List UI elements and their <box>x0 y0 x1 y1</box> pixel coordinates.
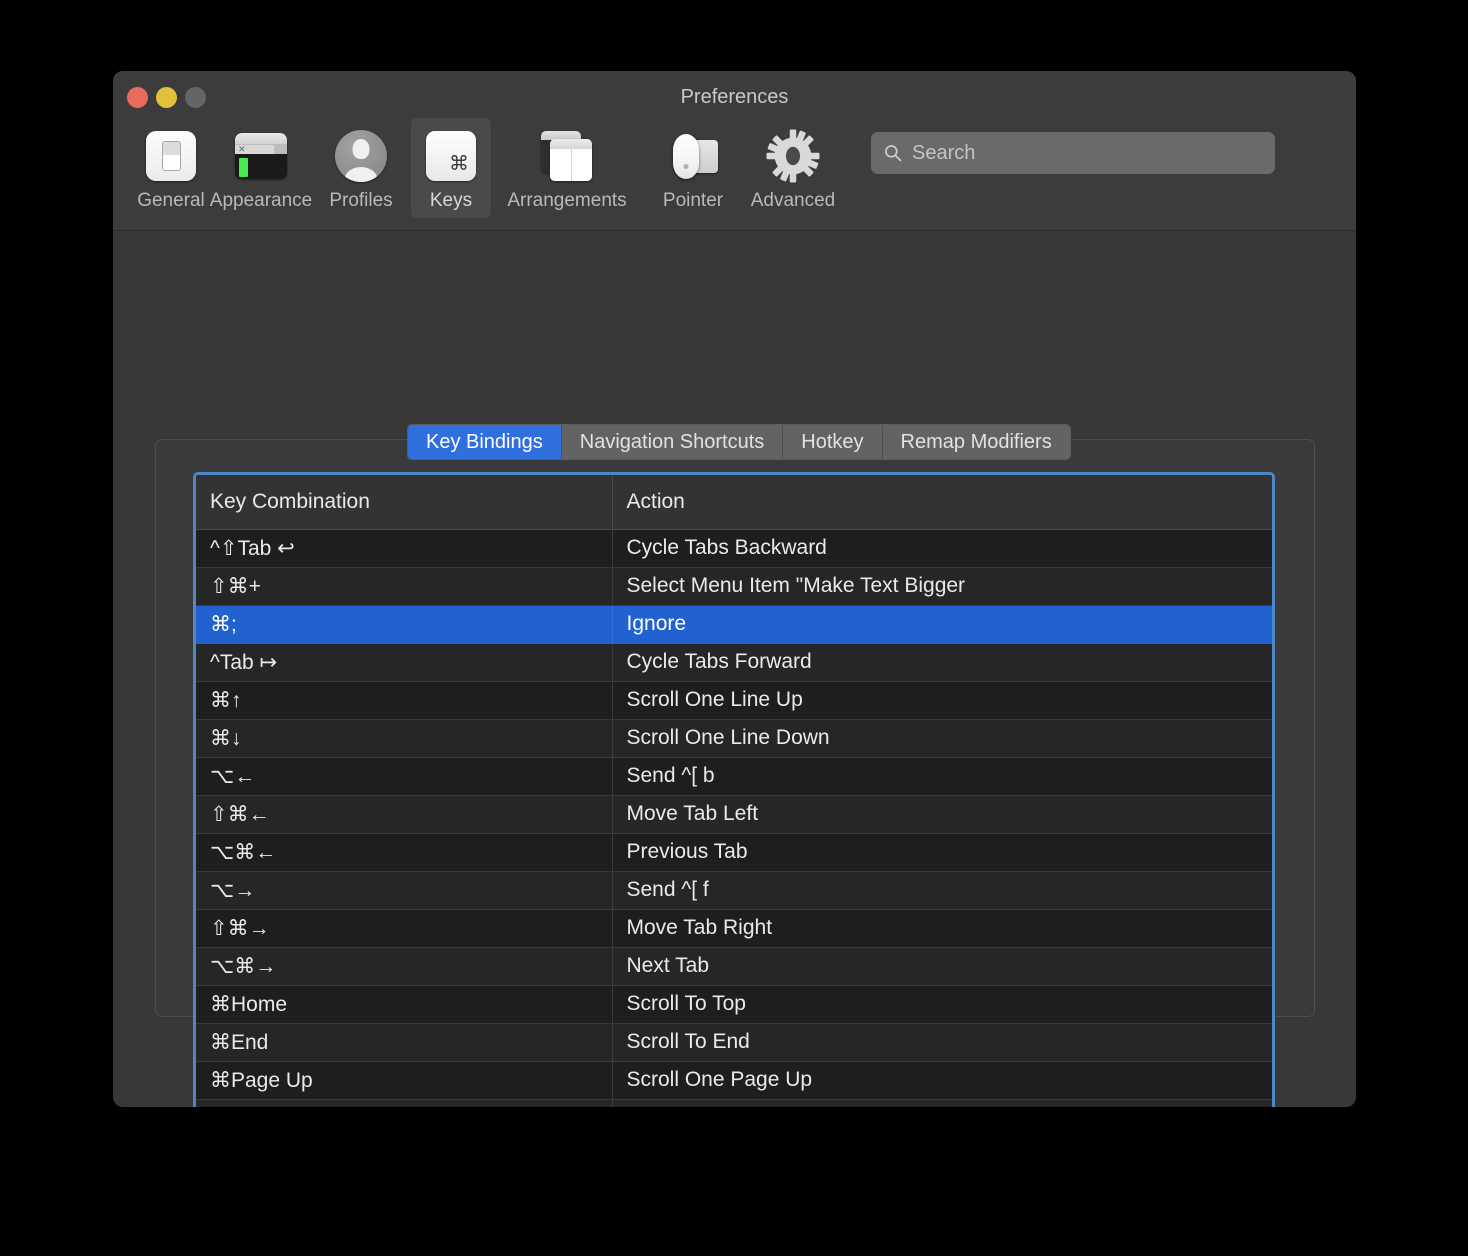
table-row[interactable]: ⌥⌘→ Next Tab <box>196 947 1272 986</box>
cell-action: Send ^[ b <box>612 757 1272 796</box>
cell-action: Scroll One Page Up <box>612 1099 1272 1107</box>
preferences-window: Preferences General ✕ Appearance Profile… <box>113 71 1356 1107</box>
toolbar-item-advanced[interactable]: Advanced <box>743 118 843 212</box>
light-switch-icon <box>140 125 202 187</box>
table-row[interactable]: ⌘↑ Scroll One Line Up <box>196 681 1272 720</box>
cell-key-combination: ^⇧Tab ↩ <box>196 529 613 568</box>
preferences-content: Key Bindings Navigation Shortcuts Hotkey… <box>113 231 1356 1107</box>
key-bindings-table: Key Combination Action ^⇧Tab ↩ Cycle Tabs… <box>196 475 1272 1107</box>
column-header-action[interactable]: Action <box>612 475 1272 530</box>
cell-key-combination: ⌥→ <box>196 871 613 910</box>
table-row[interactable]: ⌘↓ Scroll One Line Down <box>196 719 1272 758</box>
keycap-command-icon: ⌘ <box>420 125 482 187</box>
table-row[interactable]: ^⇧Tab ↩ Cycle Tabs Backward <box>196 529 1272 568</box>
toolbar-item-keys[interactable]: ⌘ Keys <box>411 118 491 218</box>
tab-key-bindings[interactable]: Key Bindings <box>408 425 562 459</box>
cell-action: Cycle Tabs Backward <box>612 529 1272 568</box>
key-bindings-table-container[interactable]: Key Combination Action ^⇧Tab ↩ Cycle Tabs… <box>193 472 1275 1107</box>
cell-key-combination: ⌘↓ <box>196 719 613 758</box>
cell-key-combination: ⌘Page Up <box>196 1061 613 1100</box>
cell-key-combination: ⌥⌘← <box>196 833 613 872</box>
cell-action: Next Tab <box>612 947 1272 986</box>
cell-key-combination: ⇧⌘← <box>196 795 613 834</box>
tab-navigation-shortcuts[interactable]: Navigation Shortcuts <box>561 425 784 459</box>
cell-key-combination: ⌘End <box>196 1023 613 1062</box>
stacked-windows-icon <box>536 125 598 187</box>
table-row[interactable]: ⇧⌘+ Select Menu Item "Make Text Bigger <box>196 567 1272 606</box>
gear-icon <box>762 125 824 187</box>
toolbar-item-arrangements[interactable]: Arrangements <box>491 118 643 212</box>
cell-action: Send ^[ f <box>612 871 1272 910</box>
window-title: Preferences <box>680 86 789 108</box>
tab-remap-modifiers[interactable]: Remap Modifiers <box>882 425 1070 459</box>
table-row[interactable]: ⇧⌘→ Move Tab Right <box>196 909 1272 948</box>
table-body: ^⇧Tab ↩ Cycle Tabs Backward ⇧⌘+ Select Menu… <box>196 529 1272 1107</box>
table-row[interactable]: ⌘Page Up Scroll One Page Up <box>196 1061 1272 1100</box>
toolbar-item-general[interactable]: General <box>131 118 211 212</box>
cell-key-combination: ⌘; <box>196 605 613 644</box>
avatar-icon <box>330 125 392 187</box>
toolbar-item-profiles-label: Profiles <box>329 190 393 211</box>
cell-key-combination: ⌥← <box>196 757 613 796</box>
table-header: Key Combination Action <box>196 475 1272 530</box>
cell-action: Ignore <box>612 605 1272 644</box>
cell-action: Select Menu Item "Make Text Bigger <box>612 567 1272 606</box>
column-header-key-combination[interactable]: Key Combination <box>196 475 613 530</box>
tab-bar: Key Bindings Navigation Shortcuts Hotkey… <box>407 424 1071 460</box>
table-row[interactable]: ^Tab ↦ Cycle Tabs Forward <box>196 643 1272 682</box>
tab-hotkey[interactable]: Hotkey <box>783 425 883 459</box>
table-row[interactable]: ⌘End Scroll To End <box>196 1023 1272 1062</box>
toolbar-item-appearance[interactable]: ✕ Appearance <box>209 118 313 212</box>
cell-action: Scroll To End <box>612 1023 1272 1062</box>
toolbar-item-pointer-label: Pointer <box>662 190 724 211</box>
terminal-window-icon: ✕ <box>230 125 292 187</box>
preferences-toolbar: General ✕ Appearance Profiles ⌘ Keys Arr… <box>113 118 1356 228</box>
search-placeholder: Search <box>912 141 976 164</box>
table-header-row: Key Combination Action <box>196 475 1272 530</box>
cell-action: Scroll One Page Up <box>612 1061 1272 1100</box>
cell-action: Cycle Tabs Forward <box>612 643 1272 682</box>
cell-key-combination: ⇧⌘→ <box>196 909 613 948</box>
toolbar-item-appearance-label: Appearance <box>209 190 313 211</box>
cell-action: Move Tab Left <box>612 795 1272 834</box>
cell-action: Move Tab Right <box>612 909 1272 948</box>
toolbar-item-keys-label: Keys <box>429 190 473 211</box>
cell-key-combination: ⇧Page Up <box>196 1099 613 1107</box>
table-row[interactable]: ⌥→ Send ^[ f <box>196 871 1272 910</box>
cell-key-combination: ^Tab ↦ <box>196 643 613 682</box>
cell-key-combination: ⇧⌘+ <box>196 567 613 606</box>
table-row[interactable]: ⇧⌘← Move Tab Left <box>196 795 1272 834</box>
cell-key-combination: ⌥⌘→ <box>196 947 613 986</box>
cell-action: Scroll One Line Down <box>612 719 1272 758</box>
toolbar-item-arrangements-label: Arrangements <box>507 190 627 211</box>
cell-action: Previous Tab <box>612 833 1272 872</box>
toolbar-item-pointer[interactable]: Pointer <box>643 118 743 212</box>
cell-key-combination: ⌘↑ <box>196 681 613 720</box>
toolbar-item-profiles[interactable]: Profiles <box>311 118 411 212</box>
mouse-trackpad-icon <box>662 125 724 187</box>
toolbar-item-advanced-label: Advanced <box>750 190 836 211</box>
table-row[interactable]: ⌘; Ignore <box>196 605 1272 644</box>
table-row[interactable]: ⇧Page UpScroll One Page Up <box>196 1099 1272 1107</box>
cell-action: Scroll One Line Up <box>612 681 1272 720</box>
cell-action: Scroll To Top <box>612 985 1272 1024</box>
table-row[interactable]: ⌥← Send ^[ b <box>196 757 1272 796</box>
table-row[interactable]: ⌘Home Scroll To Top <box>196 985 1272 1024</box>
table-row[interactable]: ⌥⌘← Previous Tab <box>196 833 1272 872</box>
cell-key-combination: ⌘Home <box>196 985 613 1024</box>
search-icon <box>885 145 902 162</box>
toolbar-item-general-label: General <box>137 190 205 211</box>
search-field[interactable]: Search <box>871 132 1275 174</box>
window-titlebar: Preferences General ✕ Appearance Profile… <box>113 71 1356 231</box>
